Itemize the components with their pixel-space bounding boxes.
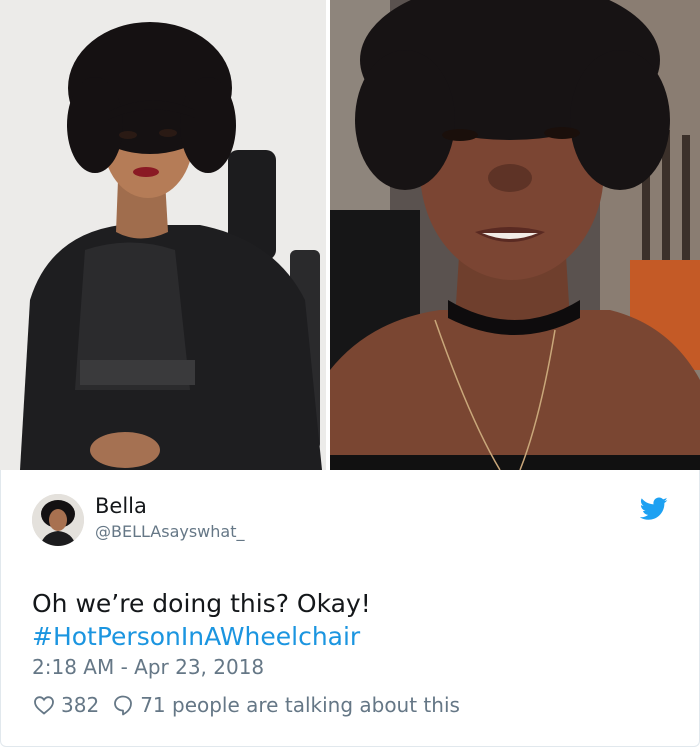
speech-bubble-icon[interactable] [111,693,135,717]
media-row [0,0,700,470]
tweet-timestamp[interactable]: 2:18 AM - Apr 23, 2018 [32,655,264,679]
tweet-text: Oh we’re doing this? Okay! [32,589,371,618]
photo-left[interactable] [0,0,326,470]
photo-right-image [330,0,700,470]
like-count[interactable]: 382 [61,693,99,717]
photo-right[interactable] [330,0,700,470]
heart-icon[interactable] [32,693,56,717]
photo-left-image [0,0,326,470]
author-handle[interactable]: @BELLAsayswhat_ [95,522,244,541]
engagement-row: 382 71 people are talking about this [32,691,460,719]
avatar[interactable] [32,494,84,546]
hashtag-link[interactable]: #HotPersonInAWheelchair [32,620,360,653]
twitter-bird-icon[interactable] [639,497,668,521]
avatar-image [32,494,84,546]
conversation-text[interactable]: 71 people are talking about this [140,693,460,717]
author-display-name[interactable]: Bella [95,494,147,518]
